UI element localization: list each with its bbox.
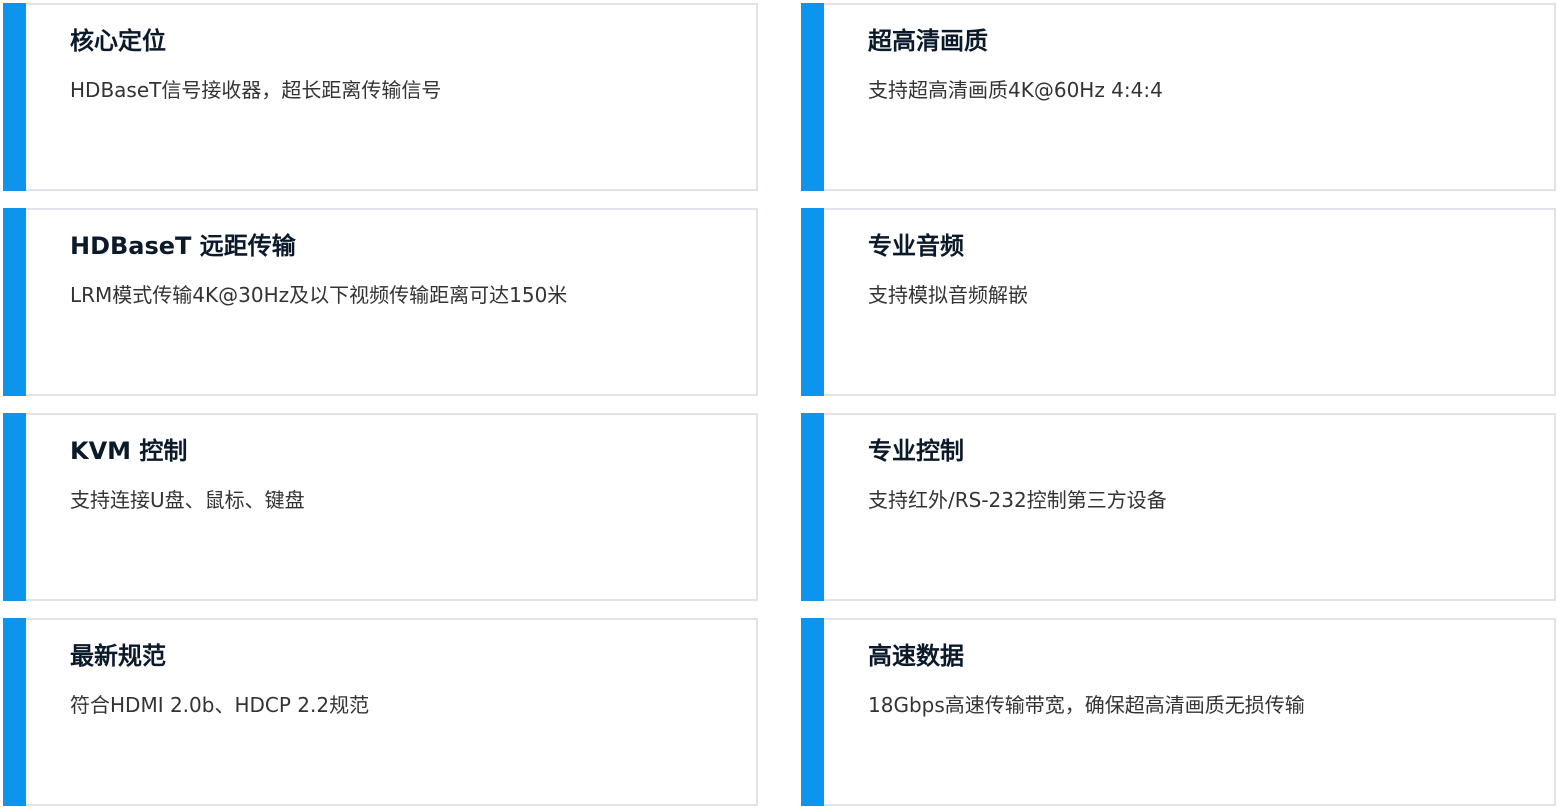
feature-card-high-speed-data: 高速数据 18Gbps高速传输带宽，确保超高清画质无损传输 — [801, 618, 1556, 806]
feature-card-ultra-hd-quality: 超高清画质 支持超高清画质4K@60Hz 4:4:4 — [801, 3, 1556, 191]
feature-card-pro-audio: 专业音频 支持模拟音频解嵌 — [801, 208, 1556, 396]
feature-description: 支持超高清画质4K@60Hz 4:4:4 — [868, 78, 1163, 102]
feature-description: 18Gbps高速传输带宽，确保超高清画质无损传输 — [868, 693, 1305, 717]
feature-card-latest-spec: 最新规范 符合HDMI 2.0b、HDCP 2.2规范 — [3, 618, 758, 806]
feature-description: LRM模式传输4K@30Hz及以下视频传输距离可达150米 — [70, 283, 568, 307]
feature-card-kvm-control: KVM 控制 支持连接U盘、鼠标、键盘 — [3, 413, 758, 601]
feature-description: 符合HDMI 2.0b、HDCP 2.2规范 — [70, 693, 370, 717]
feature-description: 支持红外/RS-232控制第三方设备 — [868, 488, 1167, 512]
feature-description: 支持连接U盘、鼠标、键盘 — [70, 488, 305, 512]
feature-card-pro-control: 专业控制 支持红外/RS-232控制第三方设备 — [801, 413, 1556, 601]
feature-title: 高速数据 — [868, 642, 964, 670]
feature-description: HDBaseT信号接收器，超长距离传输信号 — [70, 78, 442, 102]
feature-title: HDBaseT 远距传输 — [70, 232, 296, 260]
feature-title: KVM 控制 — [70, 437, 188, 465]
feature-card-core-positioning: 核心定位 HDBaseT信号接收器，超长距离传输信号 — [3, 3, 758, 191]
feature-description: 支持模拟音频解嵌 — [868, 283, 1028, 307]
feature-title: 专业音频 — [868, 232, 964, 260]
feature-grid: 核心定位 HDBaseT信号接收器，超长距离传输信号 超高清画质 支持超高清画质… — [3, 3, 1556, 806]
feature-title: 核心定位 — [70, 27, 166, 55]
feature-title: 专业控制 — [868, 437, 964, 465]
feature-card-hdbaset-long-distance: HDBaseT 远距传输 LRM模式传输4K@30Hz及以下视频传输距离可达15… — [3, 208, 758, 396]
feature-title: 超高清画质 — [868, 27, 988, 55]
feature-title: 最新规范 — [70, 642, 166, 670]
